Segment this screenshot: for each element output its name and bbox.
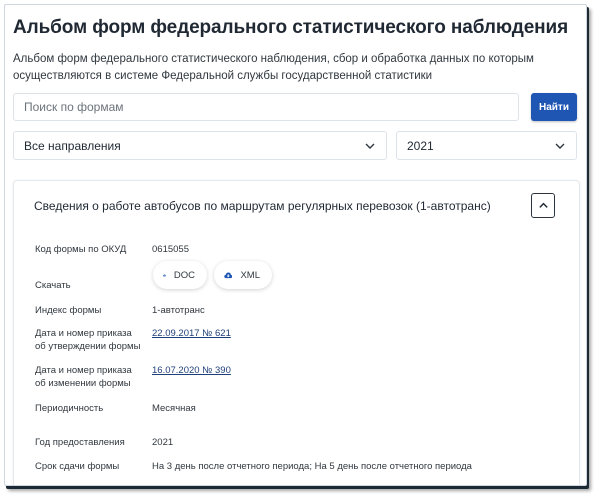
periodicity-value: Месячная — [152, 403, 196, 414]
chevron-up-icon — [538, 202, 548, 208]
cloud-download-icon — [224, 271, 233, 278]
page-description: Альбом форм федерального статистического… — [13, 53, 534, 82]
album-panel: Альбом форм федерального статистического… — [4, 4, 587, 486]
find-button[interactable]: Найти — [531, 93, 577, 121]
deadline-value: На 3 день после отчетного периода; На 5 … — [152, 461, 472, 472]
year-label: Год предоставления — [35, 437, 125, 448]
index-value: 1-автотранс — [152, 305, 205, 316]
periodicity-label: Периодичность — [35, 403, 104, 414]
direction-select-value: Все направления — [24, 138, 121, 153]
download-xml-label: XML — [240, 269, 260, 281]
chevron-down-icon — [555, 143, 565, 149]
change-label: Дата и номер приказа об изменении формы — [35, 365, 132, 389]
index-label: Индекс формы — [35, 305, 102, 316]
direction-select[interactable]: Все направления — [13, 131, 387, 160]
page-title: Альбом форм федерального статистического… — [13, 17, 569, 38]
change-link[interactable]: 16.07.2020 № 390 — [152, 364, 231, 377]
approval-label: Дата и номер приказа об утверждении форм… — [35, 328, 141, 352]
collapse-button[interactable] — [531, 193, 555, 218]
year-value: 2021 — [152, 437, 174, 448]
download-doc-label: DOC — [173, 269, 195, 281]
download-doc-button[interactable]: DOC — [153, 261, 207, 289]
okud-value: 0615055 — [152, 244, 189, 255]
deadline-label: Срок сдачи формы — [35, 461, 120, 472]
okud-label: Код формы по ОКУД — [35, 244, 127, 255]
form-card-title[interactable]: Сведения о работе автобусов по маршрутам… — [34, 199, 491, 213]
chevron-down-icon — [365, 143, 375, 149]
download-xml-button[interactable]: XML — [214, 261, 272, 289]
cloud-download-icon — [163, 273, 166, 276]
approval-link[interactable]: 22.09.2017 № 621 — [152, 327, 231, 340]
year-select-value: 2021 — [407, 138, 434, 153]
search-input[interactable] — [13, 93, 519, 121]
download-label: Скачать — [35, 280, 71, 291]
year-select[interactable]: 2021 — [396, 131, 577, 160]
form-card: Сведения о работе автобусов по маршрутам… — [13, 180, 580, 485]
